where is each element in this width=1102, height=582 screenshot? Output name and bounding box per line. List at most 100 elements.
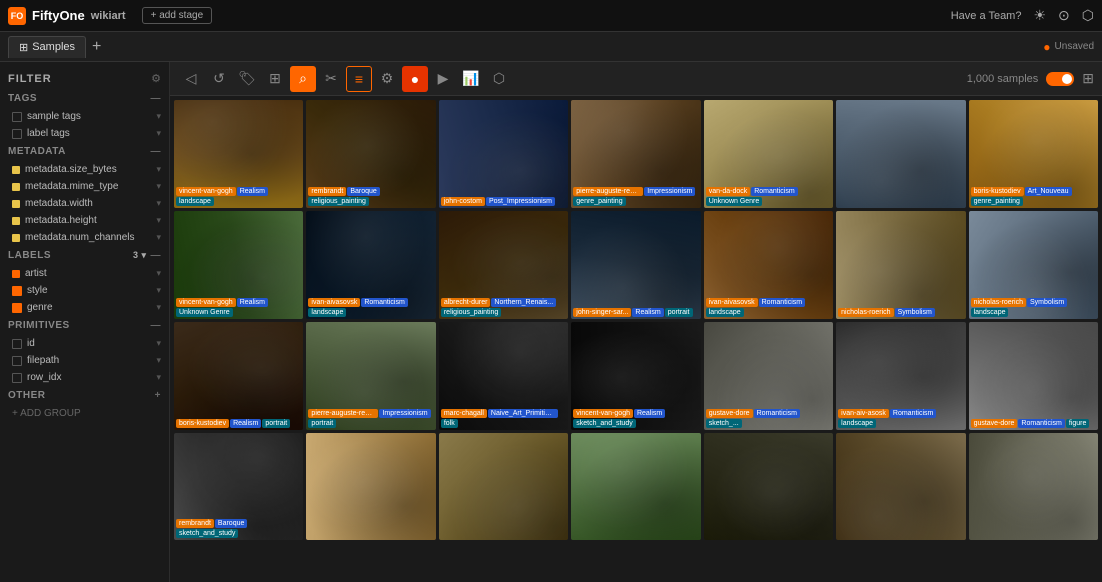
image-cell[interactable]: marc-chagallNaive_Art_Primitivismfolk [439, 322, 568, 430]
image-cell[interactable]: nicholas-roerichSymbolismlandscape [969, 211, 1098, 319]
color-button[interactable]: ● [402, 66, 428, 92]
select-button[interactable]: ✂ [318, 66, 344, 92]
add-group-button[interactable]: + ADD GROUP [0, 405, 169, 422]
refresh-button[interactable]: ↺ [206, 66, 232, 92]
image-tag: sketch_and_study [176, 529, 238, 538]
image-cell[interactable] [704, 433, 833, 541]
sidebar-item-row-idx[interactable]: row_idx ▾ [0, 369, 169, 386]
image-cell[interactable]: ivan-aivasovskRomanticismlandscape [704, 211, 833, 319]
row-idx-label: row_idx [27, 372, 156, 383]
sun-icon[interactable]: ☀ [1033, 7, 1046, 24]
image-cell[interactable]: nicholas-roerichSymbolism [836, 211, 965, 319]
image-cell[interactable]: pierre-auguste-renoirImpressionismportra… [306, 322, 435, 430]
grid-button[interactable]: ⊞ [262, 66, 288, 92]
genre-checkbox[interactable] [12, 303, 22, 313]
style-checkbox[interactable] [12, 286, 22, 296]
sidebar-item-meta-height[interactable]: metadata.height ▾ [0, 212, 169, 229]
github-icon[interactable]: ⊙ [1058, 7, 1070, 24]
meta-channels-label: metadata.num_channels [25, 232, 156, 243]
add-stage-button[interactable]: + add stage [142, 7, 213, 24]
chevron-down-icon-7: ▾ [156, 232, 161, 243]
section-other-add[interactable]: + [155, 390, 161, 401]
section-primitives-collapse[interactable]: — [151, 320, 162, 331]
image-cell[interactable]: boris-kustodievRealismportrait [174, 322, 303, 430]
image-tag: nicholas-roerich [838, 308, 893, 317]
sidebar-item-label-tags[interactable]: label tags ▾ [0, 125, 169, 142]
image-cell[interactable] [571, 433, 700, 541]
section-tags-collapse[interactable]: — [151, 93, 162, 104]
image-cell[interactable]: john-costomPost_Impressionism [439, 100, 568, 208]
sidebar-item-filepath[interactable]: filepath ▾ [0, 352, 169, 369]
list-button[interactable]: ≡ [346, 66, 372, 92]
image-cell[interactable] [836, 433, 965, 541]
sidebar-item-meta-size[interactable]: metadata.size_bytes ▾ [0, 161, 169, 178]
sidebar-item-meta-mime[interactable]: metadata.mime_type ▾ [0, 178, 169, 195]
image-cell[interactable]: rembrandtBaroquesketch_and_study [174, 433, 303, 541]
sample-tags-checkbox[interactable] [12, 112, 22, 122]
chart-button[interactable]: 📊 [458, 66, 484, 92]
image-tag: Symbolism [1027, 298, 1067, 307]
have-a-team-link[interactable]: Have a Team? [951, 10, 1022, 22]
tags-button[interactable]: 🏷 [234, 66, 260, 92]
dataset-name: wikiart [91, 10, 126, 22]
image-cell[interactable] [439, 433, 568, 541]
image-cell[interactable]: ivan-aiv-asoskRomanticismlandscape [836, 322, 965, 430]
chevron-down-icon-2: ▾ [156, 128, 161, 139]
section-labels-collapse[interactable]: — [151, 250, 162, 261]
image-cell[interactable]: albrecht-durerNorthern_Renais...religiou… [439, 211, 568, 319]
image-tags: boris-kustodievRealismportrait [176, 419, 301, 428]
image-tag: Impressionism [379, 409, 430, 418]
tab-add-button[interactable]: + [86, 38, 107, 56]
section-metadata-collapse[interactable]: — [151, 146, 162, 157]
image-tag: landscape [706, 308, 744, 317]
image-tag: folk [441, 419, 458, 428]
grid-view-icon[interactable]: ⊞ [1082, 70, 1094, 87]
tab-samples[interactable]: ⊞ Samples [8, 36, 86, 58]
toggle-switch[interactable] [1046, 72, 1074, 86]
search-button[interactable]: ⌕ [290, 66, 316, 92]
sidebar-item-sample-tags[interactable]: sample tags ▾ [0, 108, 169, 125]
id-checkbox[interactable] [12, 339, 22, 349]
image-cell[interactable]: pierre-auguste-renoirImpressionismgenre_… [571, 100, 700, 208]
image-tag: genre_painting [971, 197, 1023, 206]
image-tag: albrecht-durer [441, 298, 491, 307]
artist-label: artist [25, 268, 156, 279]
image-cell[interactable]: vincent-van-goghRealismUnknown Genre [174, 211, 303, 319]
sidebar-item-id[interactable]: id ▾ [0, 335, 169, 352]
row-idx-checkbox[interactable] [12, 373, 22, 383]
sidebar-item-meta-channels[interactable]: metadata.num_channels ▾ [0, 229, 169, 246]
sidebar-item-style[interactable]: style ▾ [0, 282, 169, 299]
toolbar-row: ◁ ↺ 🏷 ⊞ ⌕ ✂ ≡ ⚙ ● ▶ 📊 ⬡ 1,000 samples ⊞ [170, 62, 1102, 96]
image-cell[interactable]: boris-kustodievArt_Nouveaugenre_painting [969, 100, 1098, 208]
image-cell[interactable]: john-singer-sar...Realismportrait [571, 211, 700, 319]
meta-mime-dot [12, 183, 20, 191]
sidebar-item-artist[interactable]: artist ▾ [0, 265, 169, 282]
filter-settings-icon[interactable]: ⚙ [151, 72, 161, 85]
image-cell[interactable] [969, 433, 1098, 541]
image-tag: portrait [665, 308, 693, 317]
labels-count: 3 ▾ [133, 250, 147, 261]
image-cell[interactable]: vincent-van-goghRealismsketch_and_study [571, 322, 700, 430]
image-tag: van-da-dock [706, 187, 751, 196]
back-button[interactable]: ◁ [178, 66, 204, 92]
label-tags-label: label tags [27, 128, 156, 139]
image-cell[interactable]: ivan-aivasovskRomanticismlandscape [306, 211, 435, 319]
github-octocat-icon[interactable]: ⬡ [1082, 7, 1094, 24]
image-cell[interactable]: van-da-dockRomanticismUnknown Genre [704, 100, 833, 208]
sidebar-item-genre[interactable]: genre ▾ [0, 299, 169, 316]
cluster-button[interactable]: ⬡ [486, 66, 512, 92]
filepath-checkbox[interactable] [12, 356, 22, 366]
image-tag: vincent-van-gogh [176, 298, 236, 307]
image-cell[interactable]: vincent-van-goghRealismlandscape [174, 100, 303, 208]
meta-channels-dot [12, 234, 20, 242]
image-cell[interactable] [306, 433, 435, 541]
image-cell[interactable]: gustave-doreRomanticismfigure [969, 322, 1098, 430]
image-cell[interactable]: gustave-doreRomanticismsketch_... [704, 322, 833, 430]
label-tags-checkbox[interactable] [12, 129, 22, 139]
sidebar-item-meta-width[interactable]: metadata.width ▾ [0, 195, 169, 212]
image-tag: pierre-auguste-renoir [308, 409, 378, 418]
settings-button[interactable]: ⚙ [374, 66, 400, 92]
image-cell[interactable]: rembrandtBaroquereligious_painting [306, 100, 435, 208]
image-cell[interactable] [836, 100, 965, 208]
play-button[interactable]: ▶ [430, 66, 456, 92]
